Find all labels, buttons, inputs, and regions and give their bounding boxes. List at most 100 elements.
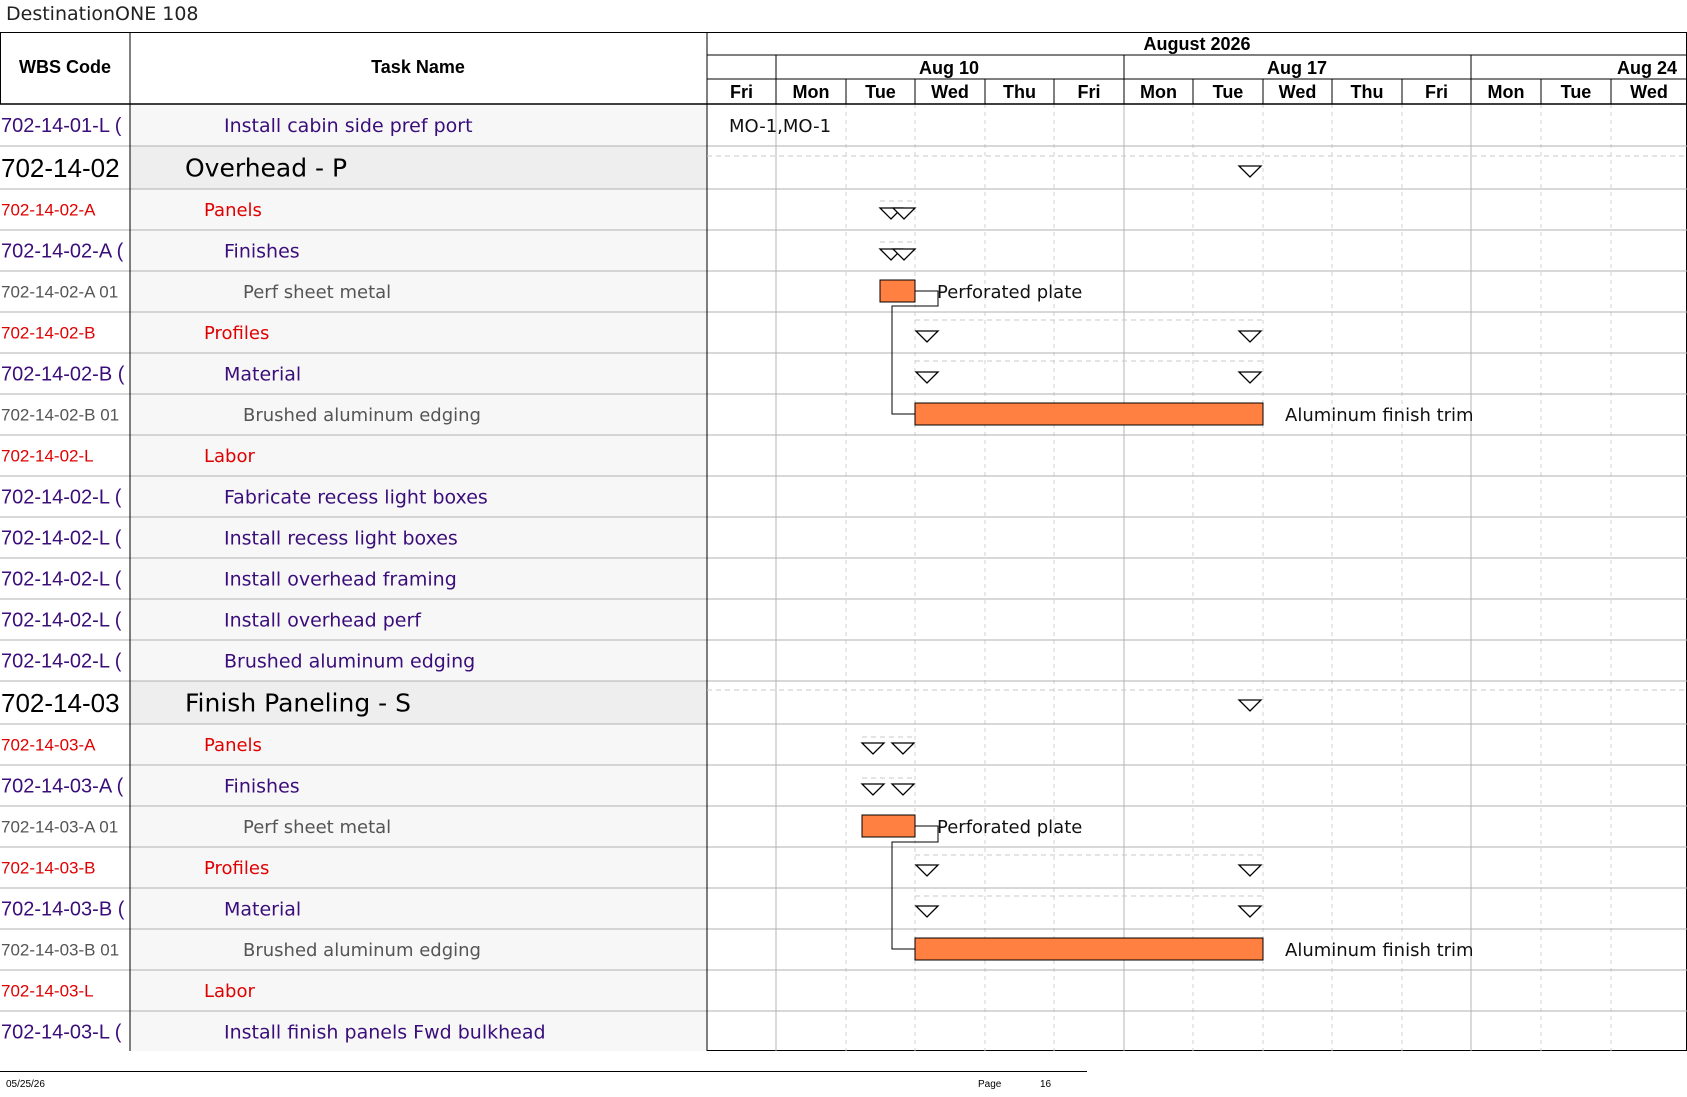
day-header: Mon	[1140, 82, 1177, 102]
day-header: Fri	[1077, 82, 1100, 102]
milestone-marker	[860, 783, 886, 796]
gantt-grid: WBS Code Task Name August 2026 Aug 10 Aug 17…	[0, 32, 1687, 1051]
wbs-code: 702-14-02-L (	[1, 569, 122, 591]
day-header: Tue	[865, 82, 896, 102]
milestone-marker	[1237, 371, 1263, 384]
task-name: Panels	[204, 200, 262, 221]
bar-label: Aluminum finish trim	[1285, 405, 1474, 426]
milestone-marker	[1237, 165, 1263, 178]
footer-rule	[0, 1071, 1087, 1072]
day-header: Mon	[1488, 82, 1525, 102]
wbs-code: 702-14-02-A	[1, 201, 96, 220]
wbs-code: 702-14-02-L (	[1, 651, 122, 673]
day-header: Wed	[1630, 82, 1668, 102]
wbs-code: 702-14-02-A (	[1, 241, 124, 263]
wbs-code: 702-14-03-L	[1, 982, 94, 1001]
footer-page-label: Page	[978, 1079, 1002, 1090]
wbs-code: 702-14-02-B (	[1, 364, 125, 386]
wbs-code: 702-14-03	[1, 688, 120, 718]
wbs-code: 702-14-03-A (	[1, 776, 124, 798]
day-header: Tue	[1561, 82, 1592, 102]
task-cell-bg	[130, 888, 707, 929]
task-bar	[879, 279, 916, 303]
wbs-column-header: WBS Code	[19, 57, 111, 77]
milestone-marker	[890, 742, 916, 755]
wbs-code: 702-14-02-B	[1, 324, 96, 343]
milestone-marker	[890, 783, 916, 796]
task-name: Overhead - P	[185, 154, 347, 183]
task-name: Finish Paneling - S	[185, 689, 411, 718]
milestone-marker	[1237, 330, 1263, 343]
milestone-marker	[914, 330, 940, 343]
wbs-code: 702-14-02-B 01	[1, 406, 119, 425]
bar-label: Perforated plate	[937, 817, 1082, 838]
task-cell-bg	[130, 230, 707, 271]
document-title: DestinationONE 108	[6, 3, 199, 25]
task-cell-bg	[130, 353, 707, 394]
task-name: Material	[224, 898, 301, 920]
task-name: Profiles	[204, 323, 269, 344]
task-column-header: Task Name	[371, 57, 465, 77]
task-name: Perf sheet metal	[243, 282, 391, 303]
wbs-code: 702-14-02	[1, 153, 120, 183]
task-name: Install overhead perf	[224, 609, 422, 631]
task-name: Install cabin side pref port	[224, 115, 473, 137]
day-header: Mon	[793, 82, 830, 102]
milestone-marker	[914, 371, 940, 384]
bar-label: Aluminum finish trim	[1285, 940, 1474, 961]
wbs-code: 702-14-02-A 01	[1, 283, 118, 302]
wbs-code: 702-14-02-L (	[1, 528, 122, 550]
task-bar	[914, 937, 1264, 961]
day-header: Wed	[1279, 82, 1317, 102]
task-bar	[861, 814, 916, 838]
task-name: Fabricate recess light boxes	[224, 486, 488, 508]
wbs-code: 702-14-02-L (	[1, 610, 122, 632]
day-header: Thu	[1003, 82, 1036, 102]
task-name: Profiles	[204, 858, 269, 879]
wbs-code: 702-14-02-L (	[1, 487, 122, 509]
task-name: Install overhead framing	[224, 568, 457, 590]
task-name: Labor	[204, 446, 255, 467]
milestone-marker	[1237, 905, 1263, 918]
task-name: Brushed aluminum edging	[243, 940, 481, 961]
milestone-marker	[860, 742, 886, 755]
task-bar	[914, 402, 1264, 426]
day-header: Fri	[1425, 82, 1448, 102]
wbs-code: 702-14-03-B (	[1, 899, 125, 921]
bar-label: Perforated plate	[937, 282, 1082, 303]
task-cell-bg	[130, 271, 707, 312]
bar-label: MO-1,MO-1	[729, 116, 831, 137]
milestone-marker	[1237, 864, 1263, 877]
task-name: Labor	[204, 981, 255, 1002]
week-header: Aug 17	[1267, 58, 1327, 78]
month-header: August 2026	[1143, 34, 1250, 54]
wbs-code: 702-14-03-B	[1, 859, 96, 878]
milestone-marker	[914, 905, 940, 918]
task-name: Install recess light boxes	[224, 527, 458, 549]
day-header: Thu	[1351, 82, 1384, 102]
wbs-code: 702-14-03-L (	[1, 1022, 122, 1044]
day-header: Wed	[931, 82, 969, 102]
day-header: Tue	[1213, 82, 1244, 102]
milestone-marker	[1237, 699, 1263, 712]
task-name: Finishes	[224, 775, 300, 797]
wbs-code: 702-14-01-L (	[1, 115, 122, 137]
task-name: Brushed aluminum edging	[224, 650, 475, 672]
task-name: Install finish panels Fwd bulkhead	[224, 1021, 546, 1043]
wbs-code: 702-14-02-L	[1, 447, 94, 466]
task-name: Perf sheet metal	[243, 817, 391, 838]
wbs-code: 702-14-03-A 01	[1, 818, 118, 837]
wbs-code: 702-14-03-A	[1, 736, 96, 755]
task-cell-bg	[130, 765, 707, 806]
task-name: Panels	[204, 735, 262, 756]
footer-page-number: 16	[1040, 1079, 1052, 1090]
task-name: Finishes	[224, 240, 300, 262]
wbs-code: 702-14-03-B 01	[1, 941, 119, 960]
footer-date: 05/25/26	[6, 1079, 45, 1090]
milestone-marker	[914, 864, 940, 877]
task-cell-bg	[130, 806, 707, 847]
week-header: Aug 24	[1617, 58, 1677, 78]
task-name: Material	[224, 363, 301, 385]
gantt-sheet: WBS Code Task Name August 2026 Aug 10 Aug 17…	[0, 32, 1687, 1051]
task-name: Brushed aluminum edging	[243, 405, 481, 426]
